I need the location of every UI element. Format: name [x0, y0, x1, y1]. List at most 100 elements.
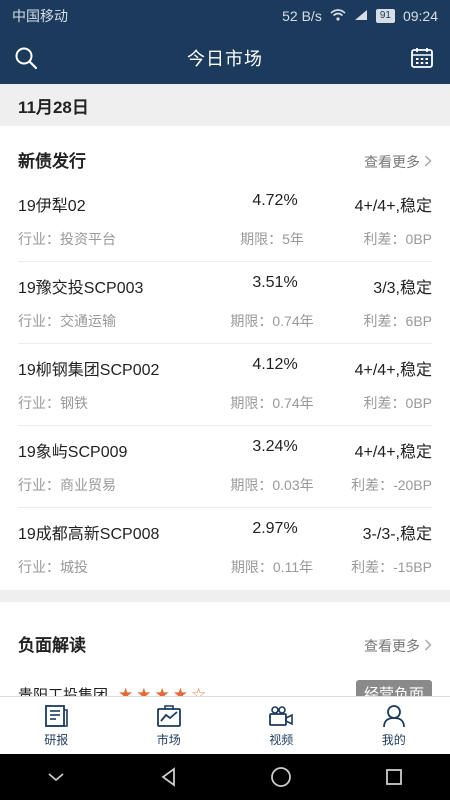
chevron-right-icon [424, 638, 432, 654]
bond-industry: 行业：投资平台 [18, 231, 116, 247]
section-title: 新债发行 [18, 152, 86, 171]
view-more-label: 查看更多 [364, 638, 420, 654]
chevron-right-icon [424, 154, 432, 170]
network-speed: 52 B/s [282, 8, 322, 24]
section-title: 负面解读 [18, 636, 86, 655]
view-more-label: 查看更多 [364, 154, 420, 170]
calendar-icon[interactable] [408, 44, 436, 72]
bond-term: 期限：0.74年 [230, 395, 314, 411]
home-icon[interactable] [261, 757, 301, 797]
market-icon [156, 704, 182, 728]
tab-video[interactable]: 视频 [225, 697, 338, 754]
tab-label: 市场 [156, 732, 181, 747]
status-bar: 中国移动 52 B/s 91 09:24 [0, 0, 450, 32]
bond-industry: 行业：交通运输 [18, 313, 116, 329]
bond-row-detail: 行业：投资平台 期限：5年 利差：0BP [18, 229, 432, 247]
report-icon [43, 704, 69, 728]
date-label: 11月28日 [18, 97, 89, 117]
tab-label: 研报 [44, 732, 69, 747]
bond-name: 19伊犁02 [18, 198, 86, 215]
bottom-tab-bar: 研报 市场 视频 我的 [0, 696, 450, 754]
star-filled-icon: ★ [154, 684, 170, 697]
bond-term: 期限：0.11年 [230, 559, 314, 575]
bond-industry: 行业：商业贸易 [18, 477, 116, 493]
new-issues-header: 新债发行 查看更多 [0, 126, 450, 180]
bond-row[interactable]: 19象屿SCP009 3.24% 4+/4+,稳定 行业：商业贸易 期限：0.0… [18, 426, 432, 508]
bond-spread: 利差：0BP [363, 395, 432, 411]
tab-profile[interactable]: 我的 [338, 697, 450, 754]
back-icon[interactable] [149, 757, 189, 797]
collapse-chevron-icon[interactable] [36, 757, 76, 797]
tab-label: 我的 [381, 732, 406, 747]
bond-row-main: 19柳钢集团SCP002 4.12% 4+/4+,稳定 [18, 356, 432, 379]
bond-spread: 利差：-15BP [351, 559, 432, 575]
bond-name: 19象屿SCP009 [18, 444, 128, 461]
bond-rate: 4.72% [252, 192, 298, 209]
search-icon[interactable] [12, 44, 40, 72]
bond-term: 期限：5年 [240, 231, 304, 247]
bond-row[interactable]: 19伊犁02 4.72% 4+/4+,稳定 行业：投资平台 期限：5年 利差：0… [18, 180, 432, 262]
bond-row[interactable]: 19豫交投SCP003 3.51% 3/3,稳定 行业：交通运输 期限：0.74… [18, 262, 432, 344]
system-nav-bar [0, 754, 450, 800]
bond-row-detail: 行业：商业贸易 期限：0.03年 利差：-20BP [18, 475, 432, 493]
bond-row-main: 19豫交投SCP003 3.51% 3/3,稳定 [18, 274, 432, 297]
section-divider [0, 590, 450, 602]
bond-rating: 3-/3-,稳定 [362, 526, 432, 543]
page-title: 今日市场 [187, 49, 263, 69]
star-filled-icon: ★ [136, 684, 152, 697]
wifi-icon [330, 8, 346, 24]
bond-rating: 4+/4+,稳定 [354, 444, 432, 461]
bond-rating: 4+/4+,稳定 [354, 198, 432, 215]
bond-row-main: 19成都高新SCP008 2.97% 3-/3-,稳定 [18, 520, 432, 543]
clock: 09:24 [402, 8, 438, 24]
top-nav-bar: 今日市场 [0, 32, 450, 84]
bond-industry: 行业：钢铁 [18, 395, 88, 411]
bond-name: 19成都高新SCP008 [18, 526, 160, 543]
battery-icon: 91 [375, 9, 395, 23]
bond-term: 期限：0.74年 [230, 313, 314, 329]
tab-label: 视频 [269, 732, 294, 747]
bond-rate: 2.97% [252, 520, 298, 537]
content-area[interactable]: 11月28日 新债发行 查看更多 19伊犁02 4.72% 4+/4+,稳定 行… [0, 84, 450, 696]
bond-name: 19柳钢集团SCP002 [18, 362, 160, 379]
star-filled-icon: ★ [172, 684, 189, 697]
bond-spread: 利差：6BP [363, 313, 432, 329]
negative-news-header: 负面解读 查看更多 [0, 602, 450, 664]
view-more-button[interactable]: 查看更多 [364, 152, 432, 172]
new-issues-section: 新债发行 查看更多 19伊犁02 4.72% 4+/4+,稳定 行业：投资平台 … [0, 126, 450, 590]
bond-industry: 行业：城投 [18, 559, 88, 575]
bond-spread: 利差：0BP [363, 231, 432, 247]
bond-row[interactable]: 19柳钢集团SCP002 4.12% 4+/4+,稳定 行业：钢铁 期限：0.7… [18, 344, 432, 426]
bond-row-detail: 行业：钢铁 期限：0.74年 利差：0BP [18, 393, 432, 411]
bond-spread: 利差：-20BP [351, 477, 432, 493]
bond-name: 19豫交投SCP003 [18, 280, 144, 297]
star-filled-icon: ★ [118, 684, 134, 697]
bond-rate: 3.51% [252, 274, 298, 291]
bond-rating: 4+/4+,稳定 [354, 362, 432, 379]
risk-rating-stars: ★ ★ ★ ★ ☆ [118, 686, 206, 697]
news-tag-badge: 经营负面 [355, 680, 432, 696]
company-name: 贵阳工投集团 [18, 686, 109, 697]
status-right: 52 B/s 91 09:24 [282, 8, 438, 24]
negative-news-item[interactable]: 贵阳工投集团 ★ ★ ★ ★ ☆ 经营负面 [18, 664, 432, 696]
bond-term: 期限：0.03年 [230, 477, 314, 493]
tab-market[interactable]: 市场 [113, 697, 226, 754]
signal-icon [354, 8, 368, 24]
bond-rate: 3.24% [252, 438, 298, 455]
bond-row-main: 19伊犁02 4.72% 4+/4+,稳定 [18, 192, 432, 215]
carrier-label: 中国移动 [12, 8, 68, 24]
bond-rating: 3/3,稳定 [373, 280, 432, 297]
bond-row-detail: 行业：城投 期限：0.11年 利差：-15BP [18, 557, 432, 575]
bond-row-main: 19象屿SCP009 3.24% 4+/4+,稳定 [18, 438, 432, 461]
star-empty-icon: ☆ [191, 684, 207, 697]
date-header: 11月28日 [0, 84, 450, 126]
tab-report[interactable]: 研报 [0, 697, 113, 754]
bond-rate: 4.12% [252, 356, 298, 373]
profile-icon [381, 704, 407, 728]
recents-icon[interactable] [374, 757, 414, 797]
view-more-button[interactable]: 查看更多 [364, 636, 432, 656]
negative-news-section: 负面解读 查看更多 贵阳工投集团 ★ ★ ★ ★ ☆ 经营负面 [0, 602, 450, 696]
video-icon [268, 704, 294, 728]
bond-row-detail: 行业：交通运输 期限：0.74年 利差：6BP [18, 311, 432, 329]
bond-row[interactable]: 19成都高新SCP008 2.97% 3-/3-,稳定 行业：城投 期限：0.1… [18, 508, 432, 590]
